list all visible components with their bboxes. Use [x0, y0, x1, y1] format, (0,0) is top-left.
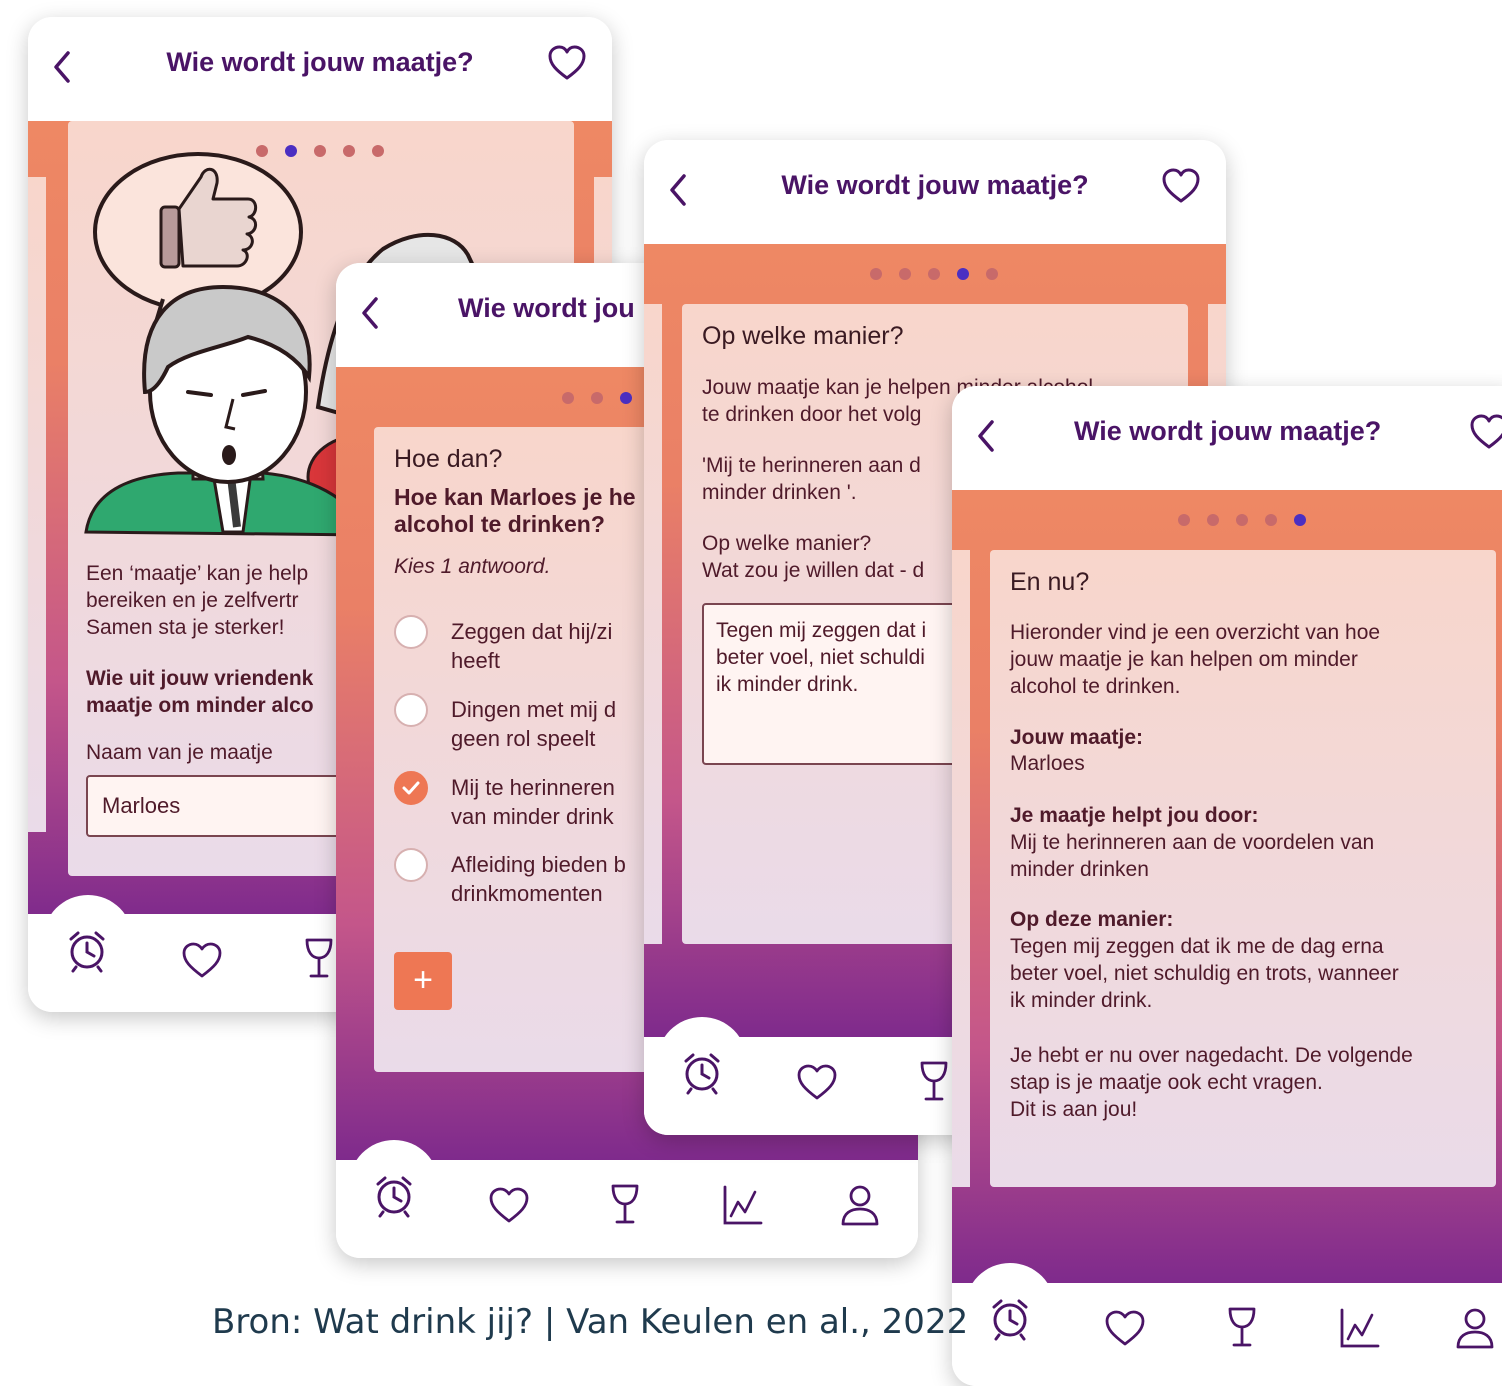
page-title: Wie wordt jouw maatje? [166, 47, 474, 77]
card-heading: Hoe dan? [394, 445, 503, 473]
favorite-heart-icon[interactable] [1468, 412, 1502, 452]
alarm-clock-icon[interactable] [371, 1172, 417, 1218]
intro-line-2: jouw maatje je kan helpen om minder [1010, 648, 1358, 671]
question-line-1: Op welke manier? [702, 532, 872, 555]
pager-dot[interactable] [899, 268, 911, 280]
pager-dot[interactable] [1178, 514, 1190, 526]
intro-line-2: bereiken en je zelfvertr [86, 589, 299, 612]
option-label[interactable]: Dingen met mij d [451, 696, 616, 723]
pager-dot[interactable] [562, 392, 574, 404]
pager-dot-active[interactable] [957, 268, 969, 280]
option-label[interactable]: Zeggen dat hij/zi [451, 618, 612, 645]
add-option-button[interactable]: + [394, 952, 452, 1010]
pager-dot[interactable] [1207, 514, 1219, 526]
favorite-heart-icon[interactable] [546, 43, 588, 83]
question-line-1: Wie uit jouw vriendenk [86, 667, 314, 690]
way-value-line-2: beter voel, niet schuldig en trots, wann… [1010, 962, 1399, 985]
checkmark-icon [402, 781, 420, 795]
intro-line-1: Hieronder vind je een overzicht van hoe [1010, 621, 1381, 644]
header: Wie wordt jouw maatje? [28, 17, 612, 121]
option-radio-selected[interactable] [394, 771, 428, 805]
help-value-line-1: Mij te herinneren aan de voordelen van [1010, 831, 1375, 854]
option-radio[interactable] [394, 848, 428, 882]
alarm-clock-icon[interactable] [64, 927, 110, 973]
way-value-line-3: ik minder drink. [1010, 989, 1153, 1012]
buddy-label: Jouw maatje: [1010, 726, 1144, 749]
buddy-name-value: Marloes [102, 793, 181, 818]
way-value-line-1: Tegen mij zeggen dat ik me de dag erna [1010, 935, 1384, 958]
quote-line-1: 'Mij te herinneren aan d [702, 454, 921, 477]
back-arrow-icon[interactable] [358, 291, 382, 335]
option-label[interactable]: drinkmomenten [451, 880, 603, 907]
header: Wie wordt jouw maatje? [952, 386, 1502, 490]
previous-card-edge [952, 550, 970, 1187]
heart-icon[interactable] [486, 1182, 532, 1228]
pager-dot-active[interactable] [620, 392, 632, 404]
wine-glass-icon[interactable] [1219, 1304, 1265, 1350]
question-line-2: alcohol te drinken? [394, 511, 605, 537]
wine-glass-icon[interactable] [911, 1058, 957, 1104]
intro-line-1: Een ‘maatje’ kan je help [86, 562, 309, 585]
intro-line-2: te drinken door het volg [702, 403, 922, 426]
answer-line-3: ik minder drink. [716, 673, 859, 696]
chart-icon[interactable] [719, 1182, 765, 1228]
heart-icon[interactable] [1102, 1305, 1148, 1351]
heart-icon[interactable] [794, 1059, 840, 1105]
option-label[interactable]: Afleiding bieden b [451, 851, 626, 878]
card-heading: En nu? [1010, 568, 1090, 596]
wine-glass-icon[interactable] [602, 1181, 648, 1227]
heart-icon[interactable] [179, 937, 225, 983]
alarm-clock-icon[interactable] [679, 1049, 725, 1095]
intro-line-3: Samen sta je sterker! [86, 616, 285, 639]
profile-icon[interactable] [1452, 1305, 1498, 1351]
quote-line-2: minder drinken '. [702, 481, 857, 504]
favorite-heart-icon[interactable] [1160, 166, 1202, 206]
source-caption: Bron: Wat drink jij? | Van Keulen en al.… [212, 1302, 969, 1342]
pager-dot[interactable] [986, 268, 998, 280]
outro-line-1: Je hebt er nu over nagedacht. De volgend… [1010, 1044, 1413, 1067]
answer-line-1: Tegen mij zeggen dat i [716, 619, 927, 642]
buddy-name-label: Naam van je maatje [86, 741, 273, 764]
pager-dot[interactable] [928, 268, 940, 280]
question-line-2: maatje om minder alco [86, 694, 314, 717]
card-heading: Op welke manier? [702, 322, 904, 350]
way-label: Op deze manier: [1010, 908, 1174, 931]
pager-dot[interactable] [1265, 514, 1277, 526]
intro-line-3: alcohol te drinken. [1010, 675, 1181, 698]
chart-icon[interactable] [1336, 1305, 1382, 1351]
option-label[interactable]: Mij te herinneren [451, 774, 615, 801]
pager-dot-active[interactable] [1294, 514, 1306, 526]
page-title: Wie wordt jou [458, 293, 635, 323]
buddy-value: Marloes [1010, 752, 1085, 775]
alarm-clock-icon[interactable] [987, 1295, 1033, 1341]
help-label: Je maatje helpt jou door: [1010, 804, 1259, 827]
pager-dot[interactable] [870, 268, 882, 280]
previous-card-edge [28, 177, 46, 832]
question-line-1: Hoe kan Marloes je he [394, 484, 636, 510]
page-title: Wie wordt jouw maatje? [781, 170, 1089, 200]
answer-line-2: beter voel, niet schuldi [716, 646, 925, 669]
option-radio[interactable] [394, 615, 428, 649]
outro-line-3: Dit is aan jou! [1010, 1098, 1138, 1121]
page-title: Wie wordt jouw maatje? [1074, 416, 1382, 446]
outro-line-2: stap is je maatje ook echt vragen. [1010, 1071, 1323, 1094]
pager-dots [870, 268, 1000, 280]
screen-and-now: Wie wordt jouw maatje? En nu? Hieronder … [952, 386, 1502, 1386]
profile-icon[interactable] [837, 1182, 883, 1228]
back-arrow-icon[interactable] [974, 414, 998, 458]
option-radio[interactable] [394, 693, 428, 727]
help-value-line-2: minder drinken [1010, 858, 1149, 881]
option-label[interactable]: heeft [451, 647, 500, 674]
pager-dot[interactable] [1236, 514, 1248, 526]
pager-dots [1178, 514, 1308, 526]
option-label[interactable]: geen rol speelt [451, 725, 595, 752]
pager-dot[interactable] [591, 392, 603, 404]
header: Wie wordt jouw maatje? [644, 140, 1226, 244]
answer-hint: Kies 1 antwoord. [394, 555, 551, 578]
previous-card-edge [644, 304, 662, 944]
option-label[interactable]: van minder drink [451, 803, 614, 830]
question-line-2: Wat zou je willen dat - d [702, 559, 925, 582]
